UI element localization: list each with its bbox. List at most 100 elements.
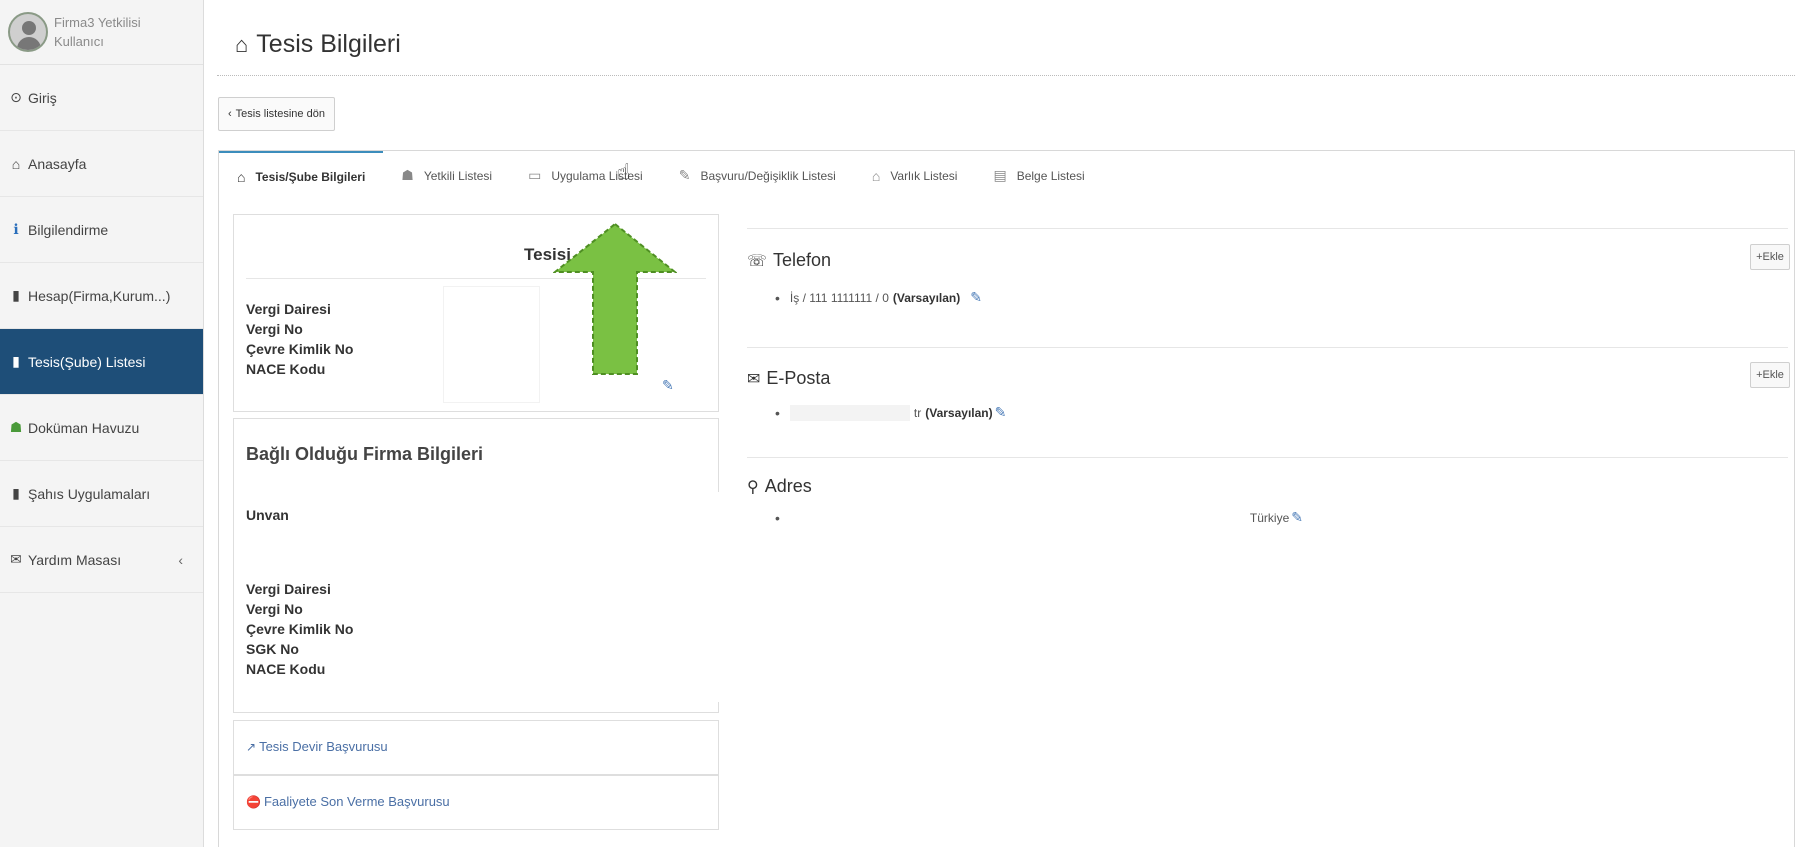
tab-label: Yetkili Listesi [423,168,493,183]
eposta-item: • tr (Varsayılan) ✎ [775,404,1006,421]
tab-belge-listesi[interactable]: ▤ Belge Listesi [975,151,1102,200]
file-icon: ▤ [993,167,1007,183]
sidebar-item-tesis-listesi[interactable]: ▮ Tesis(Şube) Listesi [0,329,203,395]
sidebar-item-label: Tesis(Şube) Listesi [28,353,146,370]
label-vergi-no: Vergi No [246,601,303,617]
sidebar-item-label: Anasayfa [28,155,87,172]
tab-label: Tesis/Şube Bilgileri [255,169,366,184]
users-icon: ☗ [401,167,414,183]
tab-bar: ⌂ Tesis/Şube Bilgileri ☗ Yetkili Listesi… [218,150,1795,200]
info-icon: ℹ [13,221,19,237]
sidebar-item-sahis-uygulamalari[interactable]: ▮ Şahıs Uygulamaları [0,461,203,527]
add-phone-button[interactable]: + Ekle [1750,244,1790,270]
chevron-left-icon: ‹ [178,551,183,568]
building-icon: ▮ [12,485,20,501]
bullet: • [775,509,780,526]
phone-icon: ☏ [747,252,768,270]
sidebar-item-label: Doküman Havuzu [28,419,140,436]
back-button-label: Tesis listesine dön [235,108,325,120]
tab-label: Varlık Listesi [890,168,958,183]
home-icon: ⌂ [237,168,246,185]
tab-varlik-listesi[interactable]: ⌂ Varlık Listesi [854,151,976,200]
sidebar-item-label: Şahıs Uygulamaları [28,485,151,502]
tab-tesis-sube-bilgileri[interactable]: ⌂ Tesis/Şube Bilgileri [219,151,384,200]
sidebar-item-label: Hesap(Firma,Kurum...) [28,287,171,304]
default-label: (Varsayılan) [892,290,961,305]
sidebar-item-label: Giriş [28,89,57,106]
page-title: ⌂ Tesis Bilgileri [235,30,401,59]
building-icon: ▮ [12,353,20,369]
sidebar-item-dokuman-havuzu[interactable]: ☗ Doküman Havuzu [0,395,203,461]
home-icon: ⌂ [11,155,21,172]
faaliyet-son-verme-label: Faaliyete Son Verme Başvurusu [263,794,450,809]
page-title-text: Tesis Bilgileri [256,30,401,58]
label-nace-kodu: NACE Kodu [246,661,326,677]
sidebar-item-hesap[interactable]: ▮ Hesap(Firma,Kurum...) [0,263,203,329]
telefon-line: İş / 111 1111111 / 0 [789,290,889,305]
label-vergi-dairesi: Vergi Dairesi [246,301,331,317]
firma-labels: Vergi Dairesi Vergi No Çevre Kimlik No S… [246,579,353,679]
tab-yetkili-listesi[interactable]: ☗ Yetkili Listesi [383,151,510,200]
section-divider [747,347,1788,348]
redacted-area [439,492,721,702]
adres-country: Türkiye [1249,510,1290,525]
green-arrow-annotation [553,222,677,375]
label-vergi-dairesi: Vergi Dairesi [246,581,331,597]
adres-item: • Türkiye ✎ [775,509,1303,526]
tesis-devir-link[interactable]: ↗ Tesis Devir Başvurusu [246,739,388,754]
home-icon: ⌂ [235,31,249,57]
add-label: Ekle [1762,251,1784,263]
tesis-devir-label: Tesis Devir Başvurusu [259,739,388,754]
add-label: Ekle [1762,369,1784,381]
firma-info-box: Bağlı Olduğu Firma Bilgileri Unvan Vergi… [233,418,721,713]
default-label: (Varsayılan) [925,405,993,420]
label-sgk-no: SGK No [246,641,299,657]
label-nace-kodu: NACE Kodu [246,361,326,377]
title-divider [217,75,1795,76]
home-icon: ⌂ [871,167,881,184]
tab-uygulama-listesi[interactable]: ▭ Uygulama Listesi [510,151,661,200]
sidebar-item-anasayfa[interactable]: ⌂ Anasayfa [0,131,203,197]
edit-icon[interactable]: ✎ [995,404,1007,421]
eposta-title: E-Posta [766,368,831,388]
sidebar: Firma3 Yetkilisi Kullanıcı ⊙ Giriş ⌂ Ana… [0,0,204,847]
faaliyet-son-verme-link[interactable]: ⛔ Faaliyete Son Verme Başvurusu [246,794,450,809]
edit-icon: ✎ [678,167,691,183]
redacted-area [789,404,910,421]
user-name: Firma3 Yetkilisi [54,15,141,30]
label-cevre-kimlik-no: Çevre Kimlik No [246,341,354,357]
tab-label: Başvuru/Değişiklik Listesi [700,168,836,183]
building-icon: ▮ [12,287,20,303]
section-divider [747,228,1788,229]
telefon-item: • İş / 111 1111111 / 0 (Varsayılan) ✎ [775,289,982,306]
edit-icon[interactable]: ✎ [1291,509,1303,526]
firma-box-title: Bağlı Olduğu Firma Bilgileri [246,444,484,464]
avatar [8,12,48,52]
back-to-list-button[interactable]: ‹ Tesis listesine dön [218,97,335,131]
add-email-button[interactable]: + Ekle [1750,362,1790,388]
sidebar-item-bilgilendirme[interactable]: ℹ Bilgilendirme [0,197,203,263]
user-panel: Firma3 Yetkilisi Kullanıcı [0,0,203,65]
label-unvan: Unvan [246,507,289,523]
edit-icon[interactable]: ✎ [662,377,674,394]
external-link-icon: ↗ [246,739,257,754]
laptop-icon: ▭ [528,167,542,183]
tab-basvuru-degisiklik-listesi[interactable]: ✎ Başvuru/Değişiklik Listesi [661,151,854,200]
arrow-circle-icon: ⊙ [10,89,22,105]
bullet: • [775,404,780,421]
tab-label: Belge Listesi [1016,168,1085,183]
hand-cursor-icon: ☝ [617,159,631,184]
label-cevre-kimlik-no: Çevre Kimlik No [246,621,354,637]
envelope-icon: ✉ [10,551,22,567]
redacted-area [789,509,1250,526]
section-divider [747,457,1788,458]
tesis-labels: Vergi Dairesi Vergi No Çevre Kimlik No N… [246,299,353,379]
user-info: Firma3 Yetkilisi Kullanıcı [54,13,141,51]
sidebar-item-yardim-masasi[interactable]: ✉ Yardım Masası ‹ [0,527,203,593]
sidebar-item-label: Yardım Masası [28,551,122,568]
sidebar-item-giris[interactable]: ⊙ Giriş [0,65,203,131]
users-icon: ☗ [9,419,23,435]
adres-heading: ⚲ Adres [747,476,812,497]
redacted-area [389,222,519,264]
edit-icon[interactable]: ✎ [970,289,982,306]
